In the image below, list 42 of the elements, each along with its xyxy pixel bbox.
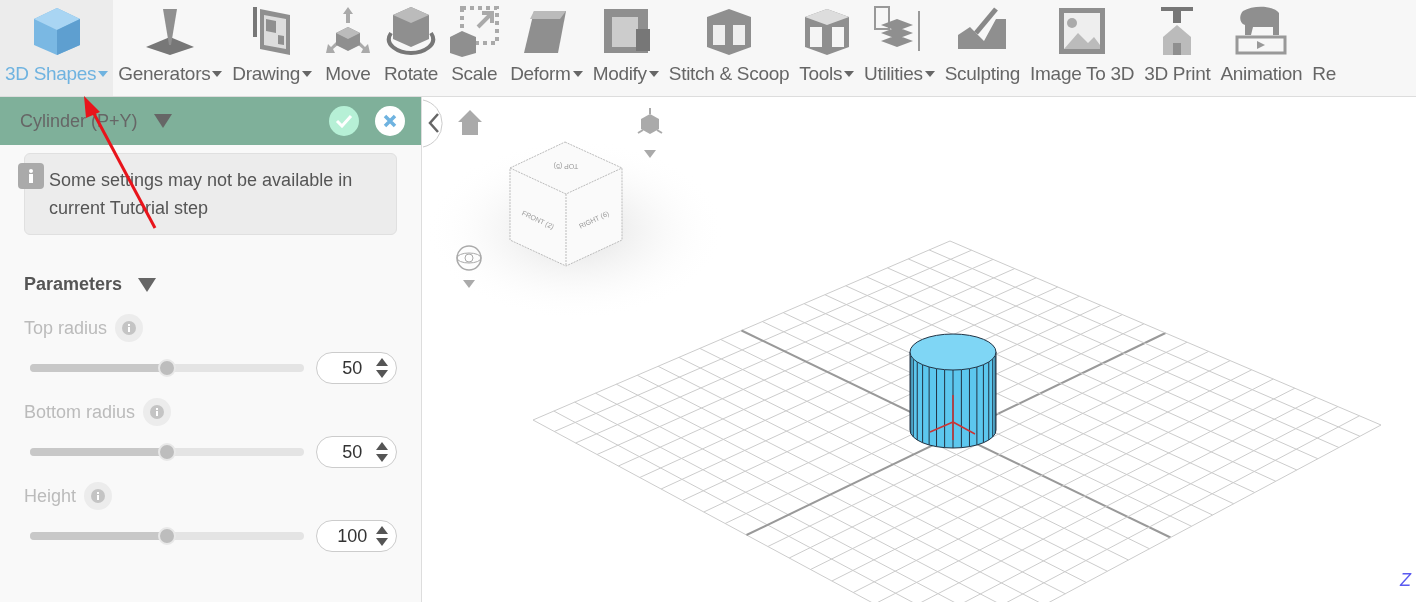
pencil-plan-icon — [252, 4, 293, 57]
close-button[interactable] — [375, 106, 405, 136]
scale-icon — [448, 4, 501, 57]
toolbar-button[interactable]: Scale — [443, 0, 506, 96]
home-icon — [458, 110, 482, 135]
parameter-label: Top radius — [24, 316, 108, 340]
collapse-caret-icon — [138, 277, 157, 292]
info-icon — [143, 398, 172, 426]
check-icon — [335, 114, 353, 128]
toolbar-button[interactable]: Animation — [1215, 0, 1308, 96]
spinner-arrows-icon — [376, 525, 388, 547]
toolbar-button[interactable]: Modify — [587, 0, 664, 96]
slider-thumb[interactable] — [157, 527, 176, 545]
toolbar-button[interactable]: 3D Print — [1139, 0, 1216, 96]
axis-label: Z — [1400, 570, 1411, 590]
toolbar-button[interactable]: Generators — [113, 0, 228, 96]
section-title: Parameters — [24, 273, 123, 296]
spinner-arrows-icon — [376, 441, 388, 463]
confirm-button[interactable] — [329, 106, 359, 136]
info-icon — [18, 163, 44, 189]
rotate-cube-icon — [385, 4, 438, 57]
close-icon — [383, 114, 397, 128]
elephant-film-icon — [1233, 4, 1290, 57]
dropdown-caret-icon — [153, 114, 172, 128]
slider-thumb[interactable] — [157, 443, 176, 461]
parameter-label: Bottom radius — [24, 400, 136, 424]
toolbar-button[interactable]: Image To 3D — [1025, 0, 1140, 96]
toolbar-button[interactable]: Drawing — [227, 0, 317, 96]
parameter-label: Height — [24, 484, 77, 508]
toolbar-button[interactable]: Utilities — [859, 0, 940, 96]
slider-thumb[interactable] — [157, 359, 176, 377]
toolbar-button[interactable]: Sculpting — [939, 0, 1026, 96]
toolbar-button[interactable]: Tools — [794, 0, 860, 96]
chevron-left-icon — [428, 113, 439, 133]
toolbar-button[interactable]: Stitch & Scoop — [663, 0, 795, 96]
spinner-arrows-icon — [376, 357, 388, 379]
toolbar-button[interactable]: Re — [1307, 0, 1341, 96]
toolbar-button[interactable]: Move — [316, 0, 379, 96]
info-icon — [115, 314, 144, 342]
toolbar-button[interactable]: Rotate — [378, 0, 444, 96]
toolbar-button[interactable]: Deform — [505, 0, 588, 96]
info-icon — [84, 482, 113, 510]
